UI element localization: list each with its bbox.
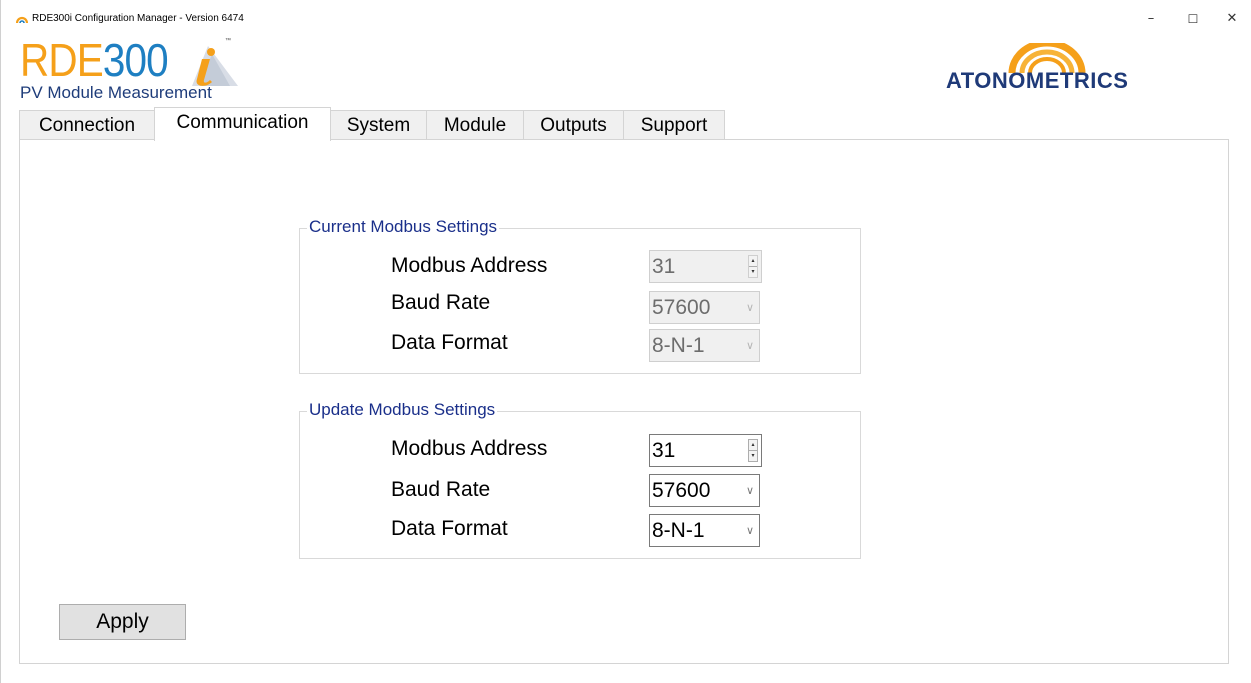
chevron-down-icon[interactable]: ∨ [746,515,754,546]
chevron-down-icon: ∨ [745,301,754,314]
app-icon [16,16,28,24]
tab-communication[interactable]: Communication [154,107,331,141]
update-modbus-address-label: Modbus Address [391,437,548,460]
spin-down-icon: ▾ [751,269,755,275]
tab-connection[interactable]: Connection [19,110,155,140]
current-modbus-settings-title: Current Modbus Settings [307,217,500,237]
title-bar: RDE300i Configuration Manager - Version … [1,0,1251,30]
brand-logo-text: ATONOMETRICS [946,68,1129,93]
update-modbus-settings-title: Update Modbus Settings [307,400,498,420]
current-modbus-settings-group: Current Modbus Settings Modbus Address 3… [299,217,861,374]
communication-panel [19,139,1229,664]
window-title: RDE300i Configuration Manager - Version … [32,13,244,24]
update-data-format-label: Data Format [391,517,508,540]
tab-outputs[interactable]: Outputs [523,110,624,140]
current-data-format-dropdown: 8-N-1 ∨ [649,329,760,362]
product-logo-subtitle: PV Module Measurement [20,83,212,102]
product-logo-wordmark: RDE300 [20,34,188,86]
spin-down-icon[interactable]: ▾ [749,451,757,462]
update-data-format-value: 8-N-1 [652,519,705,542]
spin-up-icon[interactable]: ▴ [749,440,757,451]
current-data-format-label: Data Format [391,331,508,354]
close-button[interactable]: ✕ [1217,8,1247,30]
chevron-down-icon[interactable]: ∨ [746,475,754,506]
update-baud-rate-label: Baud Rate [391,478,491,501]
tab-module[interactable]: Module [426,110,524,140]
chevron-down-icon: ∨ [745,339,754,352]
apply-button[interactable]: Apply [59,604,186,640]
update-baud-rate-dropdown[interactable]: 57600 ∨ [649,474,760,507]
current-baud-rate-value: 57600 [652,296,711,319]
current-baud-rate-dropdown: 57600 ∨ [649,291,760,324]
minimize-button[interactable]: – [1136,8,1166,30]
spin-up-icon: ▴ [749,256,757,267]
brand-logo: ATONOMETRICS [946,43,1156,93]
product-logo-i-mark [192,46,238,86]
update-modbus-address-spinner[interactable]: 31 ▴ ▾ [649,434,762,467]
update-data-format-dropdown[interactable]: 8-N-1 ∨ [649,514,760,547]
update-modbus-address-value[interactable]: 31 [652,439,675,462]
current-baud-rate-label: Baud Rate [391,291,491,314]
app-window: RDE300i Configuration Manager - Version … [0,0,1251,683]
update-modbus-settings-group: Update Modbus Settings Modbus Address 31… [299,400,861,559]
trademark-symbol: ™ [225,38,231,44]
tab-support[interactable]: Support [623,110,725,140]
maximize-button[interactable]: ☐ [1178,8,1208,30]
product-logo-text: RDE300 [20,34,169,86]
update-baud-rate-value: 57600 [652,479,711,502]
update-modbus-address-spin-buttons[interactable]: ▴ ▾ [748,439,758,462]
current-modbus-address-spinner: 31 ▴ ▾ [649,250,762,283]
current-modbus-address-value: 31 [652,255,676,278]
current-modbus-address-label: Modbus Address [391,254,548,277]
current-modbus-address-spin-buttons: ▴ ▾ [748,255,758,278]
tab-system[interactable]: System [330,110,427,140]
current-data-format-value: 8-N-1 [652,334,705,357]
